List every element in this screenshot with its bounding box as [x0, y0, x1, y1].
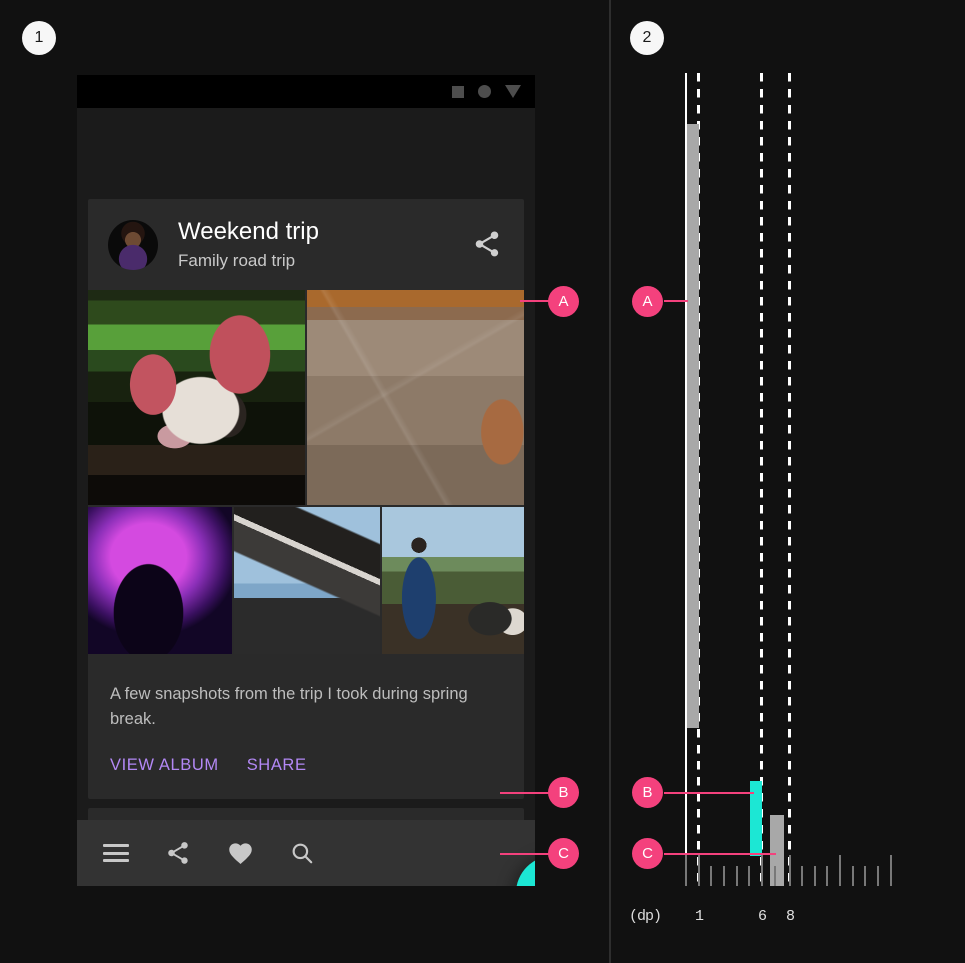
- photo-row-top: [88, 290, 524, 505]
- search-icon[interactable]: [288, 839, 316, 867]
- system-nav-icons: [452, 75, 521, 108]
- photo-row-bottom: [88, 507, 524, 654]
- card-subtitle: Family road trip: [178, 251, 296, 270]
- leader-c-left: [500, 853, 552, 855]
- bar-card-elevation: [687, 124, 699, 728]
- step-badge-1: 1: [22, 21, 56, 55]
- leader-c-right: [664, 853, 776, 855]
- elevation-diagram: (dp) 1 6 8: [610, 0, 965, 963]
- bottom-navigation-bar: [77, 820, 535, 886]
- triangle-back-icon[interactable]: [505, 85, 521, 98]
- card-description: A few snapshots from the trip I took dur…: [110, 685, 468, 728]
- card-header: Weekend trip Family road trip: [88, 199, 524, 290]
- menu-icon[interactable]: [102, 839, 130, 867]
- card-title: Weekend trip: [178, 218, 319, 245]
- tick-label-1: 1: [695, 908, 705, 925]
- square-icon[interactable]: [452, 85, 464, 98]
- card-body: A few snapshots from the trip I took dur…: [88, 654, 524, 775]
- tick-label-6: 6: [758, 908, 768, 925]
- system-navigation-bar: [77, 75, 535, 108]
- avatar[interactable]: [108, 220, 158, 270]
- phone-mockup: Weekend trip Family road trip A few snap…: [77, 75, 535, 886]
- leader-a-right: [664, 300, 688, 302]
- marker-b-right[interactable]: B: [632, 777, 663, 808]
- tick-label-8: 8: [786, 908, 796, 925]
- app-screen: Weekend trip Family road trip A few snap…: [77, 108, 535, 886]
- heart-icon[interactable]: [226, 839, 254, 867]
- card-header-text: Weekend trip Family road trip: [178, 217, 319, 273]
- photo-grid: [88, 290, 524, 654]
- share-icon[interactable]: [472, 229, 502, 259]
- view-album-button[interactable]: VIEW ALBUM: [110, 756, 219, 775]
- card-weekend-trip[interactable]: Weekend trip Family road trip A few snap…: [88, 199, 524, 799]
- photo-steppe-cows[interactable]: [382, 507, 524, 654]
- photo-purple-silhouette[interactable]: [88, 507, 232, 654]
- marker-b-left[interactable]: B: [548, 777, 579, 808]
- share-icon[interactable]: [164, 839, 192, 867]
- photo-chalkboard[interactable]: [307, 290, 524, 505]
- guideline-6dp: [760, 73, 763, 886]
- photo-train[interactable]: [234, 507, 380, 654]
- circle-icon[interactable]: [478, 85, 491, 98]
- axis-tick-labels: 1 6 8: [610, 908, 965, 932]
- share-button[interactable]: SHARE: [247, 756, 307, 775]
- marker-a-right[interactable]: A: [632, 286, 663, 317]
- guideline-8dp: [788, 73, 791, 886]
- leader-b-left: [500, 792, 552, 794]
- marker-c-left[interactable]: C: [548, 838, 579, 869]
- marker-a-left[interactable]: A: [548, 286, 579, 317]
- leader-b-right: [664, 792, 754, 794]
- axis-ticks: [610, 855, 965, 886]
- card-actions: VIEW ALBUM SHARE: [88, 732, 524, 775]
- photo-pig[interactable]: [88, 290, 305, 505]
- marker-c-right[interactable]: C: [632, 838, 663, 869]
